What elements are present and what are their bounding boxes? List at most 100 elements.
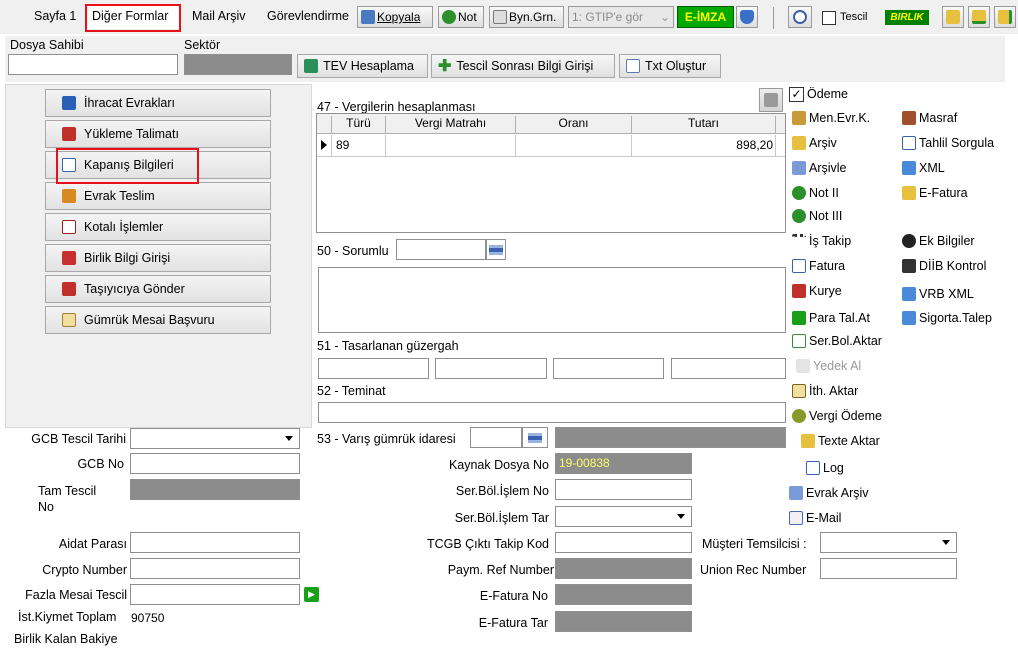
tescil-sonrasi-button[interactable]: ✚ Tescil Sonrası Bilgi Girişi <box>431 54 615 78</box>
yukleme-talimati-button[interactable]: Yükleme Talimatı <box>45 120 271 148</box>
aidat-input[interactable] <box>130 532 300 553</box>
tescil-checkbox[interactable] <box>822 11 836 25</box>
sorumlu-lookup-button[interactable] <box>486 239 506 260</box>
eimza-label: E-İMZA <box>684 10 727 24</box>
kopyala-button[interactable]: Kopyala <box>357 6 433 28</box>
evrak-teslim-label: Evrak Teslim <box>84 189 155 203</box>
ith-aktar-button[interactable]: İth. Aktar <box>792 384 858 398</box>
gcb-no-input[interactable] <box>130 453 300 474</box>
shield-button[interactable] <box>736 6 758 28</box>
upload-button[interactable] <box>968 6 990 28</box>
efatura-button[interactable]: E-Fatura <box>902 186 968 200</box>
odeme-label: Ödeme <box>807 87 848 101</box>
fatura-button[interactable]: Fatura <box>792 259 845 273</box>
cell-matrah[interactable] <box>385 135 515 157</box>
not-button[interactable]: Not <box>438 6 484 28</box>
guzergah-input-4[interactable] <box>671 358 786 379</box>
not-ii-button[interactable]: Not II <box>792 186 839 200</box>
evrak-teslim-button[interactable]: Evrak Teslim <box>45 182 271 210</box>
odeme-checkbox[interactable]: ✓ <box>789 87 804 102</box>
tab-mail-arsiv[interactable]: Mail Arşiv <box>188 5 258 29</box>
vergi-odeme-button[interactable]: Vergi Ödeme <box>792 409 882 423</box>
para-tal-at-button[interactable]: Para Tal.At <box>792 311 870 325</box>
efatura-label: E-Fatura <box>919 186 968 200</box>
is-takip-button[interactable]: İş Takip <box>792 234 851 248</box>
dosya-sahibi-input[interactable] <box>8 54 178 75</box>
sigorta-talep-label: Sigorta.Talep <box>919 311 992 325</box>
masraf-button[interactable]: Masraf <box>902 111 957 125</box>
texte-aktar-button[interactable]: Texte Aktar <box>801 434 880 448</box>
search-button[interactable] <box>788 6 812 28</box>
not-iii-button[interactable]: Not III <box>792 209 842 223</box>
note-icon <box>792 209 806 223</box>
refresh-button[interactable] <box>994 6 1016 28</box>
cell-orani[interactable] <box>515 135 631 157</box>
yedek-al-button[interactable]: Yedek Al <box>796 359 861 373</box>
kotali-islemler-button[interactable]: Kotalı İşlemler <box>45 213 271 241</box>
evrak-arsiv-button[interactable]: Evrak Arşiv <box>789 486 869 500</box>
table-row[interactable]: 89 898,20 <box>317 135 785 157</box>
copy-icon <box>361 10 375 24</box>
xml-icon <box>902 161 916 175</box>
efatura-no-field <box>555 584 692 605</box>
ek-bilgiler-button[interactable]: Ek Bilgiler <box>902 234 975 248</box>
men-evr-k-button[interactable]: Men.Evr.K. <box>792 111 870 125</box>
diib-kontrol-button[interactable]: DİİB Kontrol <box>902 259 986 273</box>
birlik-logo[interactable]: BIRLIK <box>885 10 929 25</box>
export-text-icon <box>801 434 815 448</box>
varis-name-field <box>555 427 786 448</box>
cell-turu[interactable]: 89 <box>331 135 385 157</box>
teminat-input[interactable] <box>318 402 786 423</box>
tcgb-input[interactable] <box>555 532 692 553</box>
byn-grn-button[interactable]: Byn.Grn. <box>489 6 564 28</box>
gcb-tescil-tarihi-label: GCB Tescil Tarihi <box>31 432 126 446</box>
ser-bol-islem-no-input[interactable] <box>555 479 692 500</box>
open-folder-button[interactable] <box>942 6 964 28</box>
birlik-bilgi-girisi-button[interactable]: Birlik Bilgi Girişi <box>45 244 271 272</box>
ser-bol-aktar-button[interactable]: Ser.Bol.Aktar <box>792 334 882 348</box>
sektor-input[interactable] <box>184 54 292 75</box>
guzergah-input-3[interactable] <box>553 358 664 379</box>
tab-gorevlendirme[interactable]: Görevlendirme <box>263 5 355 29</box>
vrb-xml-button[interactable]: VRB XML <box>902 287 974 301</box>
eimza-button[interactable]: E-İMZA <box>677 6 734 28</box>
guzergah-input-1[interactable] <box>318 358 429 379</box>
gcb-tescil-tarihi-select[interactable] <box>130 428 300 449</box>
men-evr-k-label: Men.Evr.K. <box>809 111 871 125</box>
musteri-temsilcisi-select[interactable] <box>820 532 957 553</box>
sorumlu-textarea[interactable] <box>318 267 786 333</box>
fazla-mesai-input[interactable] <box>130 584 300 605</box>
crypto-input[interactable] <box>130 558 300 579</box>
xml-button[interactable]: XML <box>902 161 945 175</box>
cell-tutari[interactable]: 898,20 <box>631 135 776 157</box>
email-button[interactable]: E-Mail <box>789 511 841 525</box>
tasiyiciya-gonder-button[interactable]: Taşıyıcıya Gönder <box>45 275 271 303</box>
arsivle-button[interactable]: Arşivle <box>792 161 847 175</box>
kurye-button[interactable]: Kurye <box>792 284 842 298</box>
transfer-icon <box>792 334 806 348</box>
txt-olustur-button[interactable]: Txt Oluştur <box>619 54 721 78</box>
sorumlu-input[interactable] <box>396 239 486 260</box>
tab-sayfa1[interactable]: Sayfa 1 <box>30 5 82 29</box>
union-rec-input[interactable] <box>820 558 957 579</box>
efatura-icon <box>902 186 916 200</box>
gtip-select[interactable]: 1: GTIP'e gör ⌄ <box>568 6 674 28</box>
highlight-tab-box <box>85 4 181 32</box>
col-vergi-matrahi: Vergi Matrahı <box>385 116 515 134</box>
ihracat-evraklari-button[interactable]: İhracat Evrakları <box>45 89 271 117</box>
gtip-select-value: 1: GTIP'e gör <box>572 10 643 24</box>
gumruk-mesai-basvuru-button[interactable]: Gümrük Mesai Başvuru <box>45 306 271 334</box>
tahlil-sorgula-button[interactable]: Tahlil Sorgula <box>902 136 994 150</box>
log-button[interactable]: Log <box>806 461 844 475</box>
calculator-button[interactable] <box>759 88 783 112</box>
info-icon <box>902 234 916 248</box>
folder-icon <box>946 10 960 24</box>
arsiv-button[interactable]: Arşiv <box>792 136 837 150</box>
ser-bol-islem-tar-select[interactable] <box>555 506 692 527</box>
varis-input[interactable] <box>470 427 522 448</box>
varis-lookup-button[interactable] <box>522 427 548 448</box>
tev-hesaplama-button[interactable]: TEV Hesaplama <box>297 54 428 78</box>
sigorta-talep-button[interactable]: Sigorta.Talep <box>902 311 992 325</box>
play-icon[interactable]: ▶ <box>304 587 319 602</box>
guzergah-input-2[interactable] <box>435 358 547 379</box>
